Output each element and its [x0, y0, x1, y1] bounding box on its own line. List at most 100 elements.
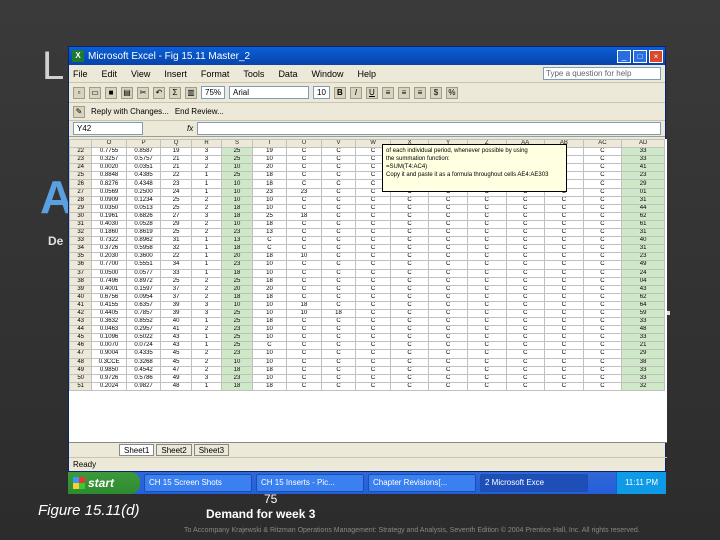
cell[interactable]: C	[428, 244, 468, 254]
cell[interactable]: 0.8619	[125, 228, 162, 238]
cell[interactable]: 31	[621, 195, 665, 205]
cell[interactable]: C	[389, 195, 430, 205]
cell[interactable]: 10	[251, 155, 288, 165]
cell[interactable]: 33	[621, 333, 665, 343]
cell[interactable]: C	[286, 147, 322, 157]
menu-data[interactable]: Data	[278, 69, 297, 79]
cell[interactable]: C	[428, 300, 468, 310]
cell[interactable]: 10	[286, 252, 322, 262]
cell[interactable]: C	[505, 211, 546, 221]
cell[interactable]: 22	[160, 171, 192, 181]
cell[interactable]: 23	[621, 171, 665, 181]
cell[interactable]: C	[505, 349, 546, 359]
cell[interactable]: 1	[190, 268, 223, 278]
cell[interactable]: 25	[221, 155, 253, 165]
cell[interactable]: C	[286, 357, 322, 367]
cell[interactable]: 33	[621, 147, 665, 157]
cell[interactable]: 39	[160, 308, 192, 319]
cell[interactable]: 0.6756	[91, 292, 127, 302]
cell[interactable]: C	[544, 292, 584, 302]
cell[interactable]: C	[389, 276, 430, 286]
cell[interactable]: 0.1096	[91, 333, 127, 343]
cell[interactable]: C	[286, 284, 322, 294]
cell[interactable]: 61	[621, 219, 665, 230]
cell[interactable]: C	[466, 292, 507, 302]
align-center-icon[interactable]: ≡	[397, 86, 410, 99]
cell[interactable]: 18	[221, 268, 253, 278]
cell[interactable]: C	[428, 341, 468, 351]
cell[interactable]: 23	[160, 179, 192, 189]
align-left-icon[interactable]: ≡	[381, 86, 394, 99]
cell[interactable]: C	[582, 341, 623, 351]
cell[interactable]: 0.7496	[91, 276, 127, 286]
cell[interactable]: 19	[251, 147, 288, 157]
cell[interactable]: C	[355, 252, 391, 262]
cell[interactable]: 2	[190, 325, 223, 335]
cell[interactable]: C	[505, 300, 546, 310]
cell[interactable]: C	[466, 325, 507, 335]
cell[interactable]: 43	[621, 284, 665, 294]
cell[interactable]: C	[389, 219, 430, 230]
cell[interactable]: C	[466, 236, 507, 246]
cell[interactable]: 10	[221, 179, 253, 189]
cell[interactable]: C	[389, 373, 430, 383]
bold-icon[interactable]: B	[333, 86, 346, 99]
cell[interactable]: C	[505, 195, 546, 205]
cell[interactable]: C	[505, 276, 546, 286]
cell[interactable]: C	[286, 260, 322, 270]
row-header[interactable]: 28	[69, 195, 93, 205]
column-header[interactable]: P	[125, 139, 162, 149]
cell[interactable]: 3	[190, 211, 223, 221]
row-header[interactable]: 36	[69, 260, 93, 270]
cell[interactable]: 10	[251, 203, 288, 213]
cell[interactable]: 0.2024	[91, 381, 127, 391]
end-review-button[interactable]: End Review...	[175, 107, 224, 116]
cell[interactable]: 2	[190, 219, 223, 230]
cell[interactable]: C	[428, 203, 468, 213]
cell[interactable]: 10	[221, 163, 253, 173]
sum-icon[interactable]: Σ	[169, 86, 181, 99]
cell[interactable]: 0.8972	[125, 276, 162, 286]
cell[interactable]: 0.3632	[91, 317, 127, 327]
cell[interactable]: C	[466, 317, 507, 327]
cell[interactable]: 62	[621, 211, 665, 221]
cell[interactable]: 0.0500	[91, 268, 127, 278]
help-search-input[interactable]: Type a question for help	[543, 67, 661, 80]
cell[interactable]: C	[389, 357, 430, 367]
cell[interactable]: C	[428, 381, 468, 391]
cell[interactable]: C	[582, 325, 623, 335]
cell[interactable]: 38	[621, 357, 665, 367]
cell[interactable]: 10	[221, 195, 253, 205]
cell[interactable]: C	[582, 147, 623, 157]
cell[interactable]: 1	[190, 171, 223, 181]
cell[interactable]: 25	[160, 276, 192, 286]
cell[interactable]: 10	[251, 260, 288, 270]
cell[interactable]: 0.5551	[125, 260, 162, 270]
cell[interactable]: C	[286, 219, 322, 230]
cell[interactable]: 31	[621, 244, 665, 254]
align-right-icon[interactable]: ≡	[413, 86, 426, 99]
cell[interactable]: 19	[160, 147, 192, 157]
cell[interactable]: C	[466, 284, 507, 294]
cell[interactable]: 0.3600	[125, 252, 162, 262]
cell[interactable]: C	[428, 219, 468, 230]
menu-window[interactable]: Window	[311, 69, 343, 79]
cell[interactable]: 0.8587	[125, 147, 162, 157]
cell[interactable]: 0.1597	[125, 284, 162, 294]
row-header[interactable]: 43	[69, 317, 93, 327]
cell[interactable]: 18	[251, 171, 288, 181]
cell[interactable]: C	[355, 195, 391, 205]
cell[interactable]: 18	[251, 365, 288, 375]
row-header[interactable]: 22	[69, 147, 93, 157]
cell[interactable]: 25	[251, 211, 288, 221]
cell[interactable]: C	[389, 203, 430, 213]
underline-icon[interactable]: U	[365, 86, 378, 99]
cell[interactable]: 18	[221, 211, 253, 221]
cell[interactable]: 33	[621, 155, 665, 165]
cell[interactable]: C	[286, 333, 322, 343]
cell[interactable]: 49	[621, 260, 665, 270]
cell[interactable]: 23	[621, 252, 665, 262]
task-chapter-revisions[interactable]: Chapter Revisions[...	[368, 474, 476, 492]
cell[interactable]: 1	[190, 341, 223, 351]
cell[interactable]: 1	[190, 244, 223, 254]
